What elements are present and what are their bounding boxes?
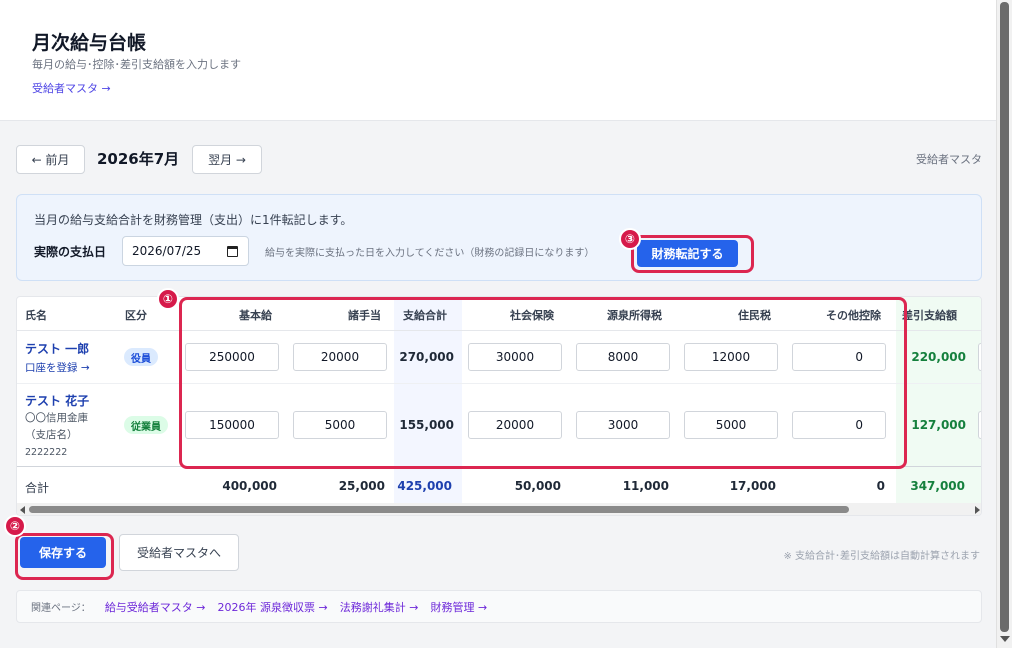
cut-off-input[interactable] (978, 343, 981, 371)
scroll-left-arrow-icon[interactable] (20, 506, 25, 514)
scroll-down-arrow-icon[interactable] (1000, 636, 1010, 642)
scroll-right-arrow-icon[interactable] (975, 506, 980, 514)
category-badge: 役員 (124, 348, 158, 366)
next-month-button[interactable]: 翌月 → (192, 145, 262, 174)
page-header: 月次給与台帳 毎月の給与･控除･差引支給額を入力します 受給者マスタ → (0, 0, 996, 121)
horizontal-scrollbar-thumb[interactable] (29, 506, 849, 513)
header-net-pay: 差引支給額 (902, 309, 957, 322)
header-name: 氏名 (25, 309, 47, 322)
page-subtitle: 毎月の給与･控除･差引支給額を入力します (32, 58, 241, 71)
pay-date-label: 実際の支払日 (34, 245, 107, 259)
cut-off-input[interactable] (978, 411, 981, 439)
horizontal-scrollbar[interactable] (17, 503, 981, 515)
recipient-master-button[interactable]: 受給者マスタへ (119, 534, 239, 571)
net-pay-column-bg (896, 297, 981, 503)
pay-date-value: 2026/07/25 (132, 244, 202, 258)
finance-transfer-panel: 当月の給与支給合計を財務管理（支出）に1件転記します。 実際の支払日 2026/… (16, 194, 982, 281)
prev-month-button[interactable]: ← 前月 (16, 145, 85, 174)
employee-name[interactable]: テスト 花子 (25, 392, 89, 409)
total-base-salary: 400,000 (222, 479, 277, 493)
pay-date-input[interactable]: 2026/07/25 (122, 236, 249, 266)
recipient-master-top-link[interactable]: 受給者マスタ (916, 151, 982, 167)
total-resident-tax: 17,000 (729, 479, 776, 493)
calendar-icon[interactable] (227, 246, 238, 257)
auto-calc-note: ※ 支給合計･差引支給額は自動計算されます (783, 551, 980, 562)
callout-marker-1: ① (157, 288, 179, 310)
account-number: 2222222 (25, 447, 68, 458)
callout-marker-2: ② (4, 515, 26, 537)
transfer-description: 当月の給与支給合計を財務管理（支出）に1件転記します。 (34, 213, 353, 227)
totals-label: 合計 (25, 481, 50, 495)
callout-marker-3: ③ (619, 228, 641, 250)
related-pages-bar: 関連ページ： 給与受給者マスタ → 2026年 源泉徴収票 → 法務謝礼集計 →… (16, 590, 982, 623)
total-social-insurance: 50,000 (514, 479, 561, 493)
page-title: 月次給与台帳 (32, 32, 147, 54)
scrollbar-thumb[interactable] (1000, 2, 1009, 632)
related-link-finance[interactable]: 財務管理 → (430, 599, 487, 615)
category-badge: 従業員 (124, 416, 168, 434)
bank-name: 〇〇信用金庫 (25, 412, 88, 424)
callout-save-button (15, 533, 114, 580)
net-pay-value: 220,000 (911, 350, 966, 364)
recipient-master-link[interactable]: 受給者マスタ → (32, 80, 111, 96)
total-allowance: 25,000 (338, 479, 385, 493)
current-month-label: 2026年7月 (97, 150, 180, 168)
header-category: 区分 (125, 309, 147, 322)
total-other-deduction: 0 (876, 479, 885, 493)
total-total-pay: 425,000 (397, 479, 452, 493)
vertical-scrollbar[interactable] (996, 0, 1012, 648)
callout-input-area (179, 297, 907, 469)
total-net-pay: 347,000 (910, 479, 965, 493)
related-link-legal-fees[interactable]: 法務謝礼集計 → (340, 599, 419, 615)
total-income-tax: 11,000 (622, 479, 669, 493)
related-pages-label: 関連ページ： (31, 603, 91, 614)
branch-name: （支店名） (25, 429, 78, 441)
register-account-link[interactable]: 口座を登録 → (25, 360, 90, 375)
employee-name[interactable]: テスト 一郎 (25, 340, 89, 357)
pay-date-hint: 給与を実際に支払った日を入力してください（財務の記録日になります） (265, 248, 595, 259)
related-link-withholding-slip[interactable]: 2026年 源泉徴収票 → (218, 599, 328, 615)
related-link-recipient-master[interactable]: 給与受給者マスタ → (105, 599, 206, 615)
callout-transfer-button (631, 235, 754, 273)
net-pay-value: 127,000 (911, 418, 966, 432)
